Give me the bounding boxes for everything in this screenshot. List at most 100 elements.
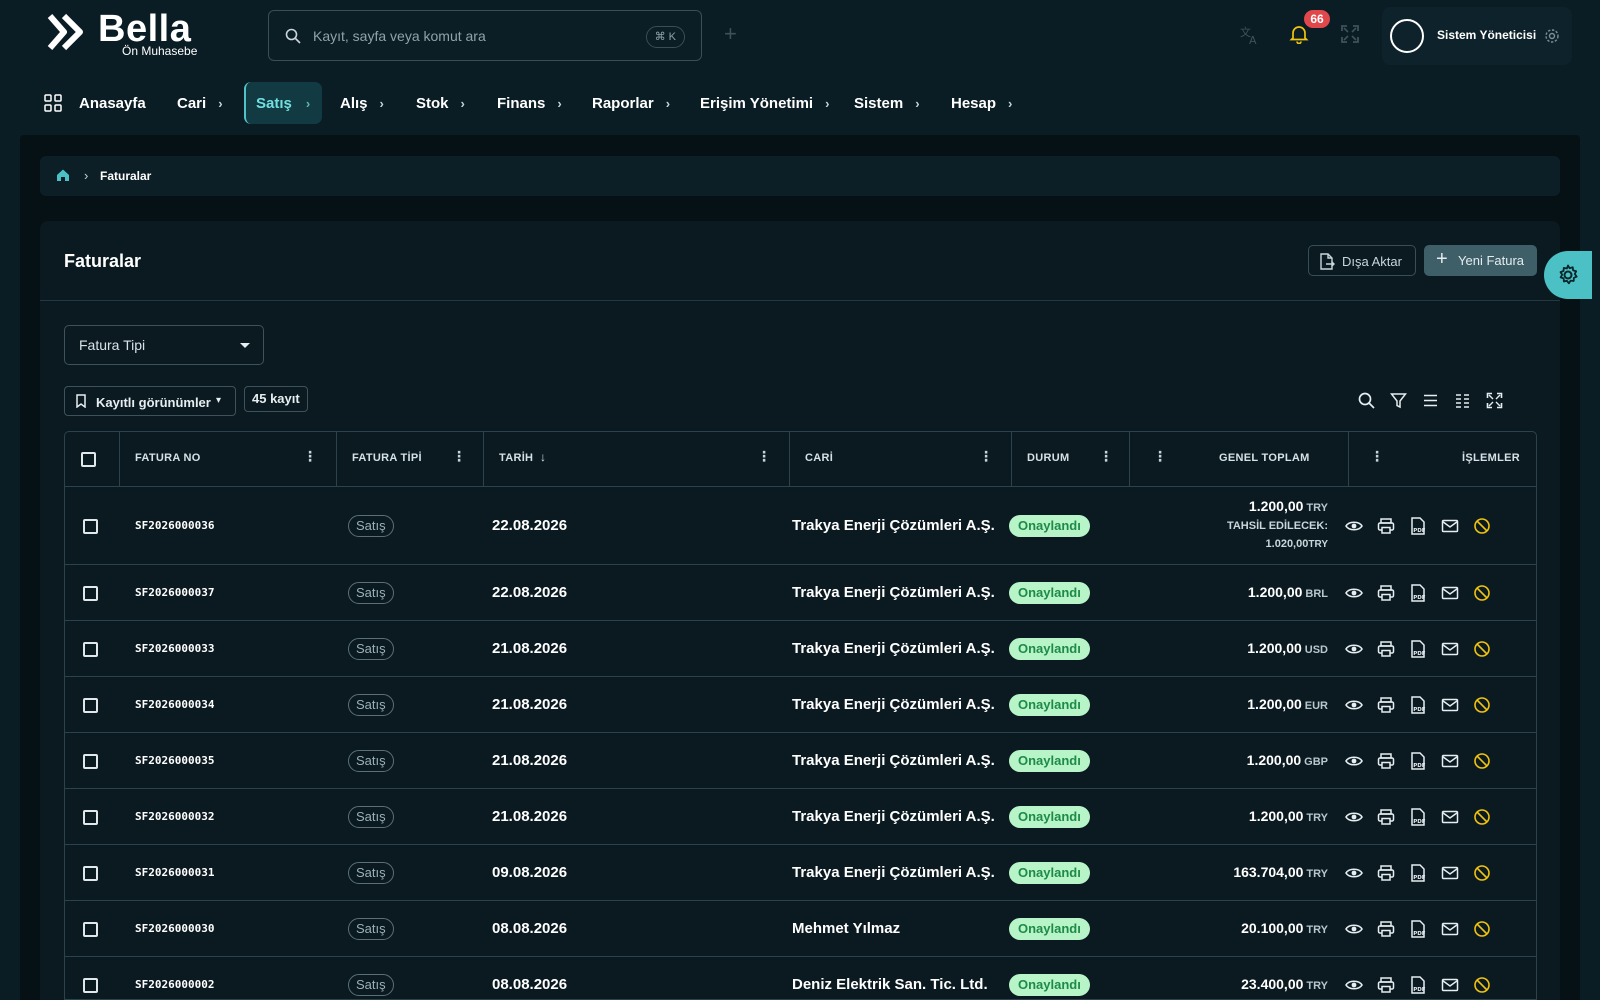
nav-item-cari[interactable]: Cari › <box>177 82 223 124</box>
add-icon[interactable]: + <box>724 23 737 45</box>
column-header-durum[interactable]: DURUM ⋮ <box>1011 432 1129 487</box>
mail-icon[interactable] <box>1441 864 1459 882</box>
saved-views-button[interactable]: Kayıtlı görünümler ▾ <box>64 386 236 416</box>
nav-item-sistem[interactable]: Sistem › <box>854 82 920 124</box>
print-icon[interactable] <box>1377 808 1395 826</box>
print-icon[interactable] <box>1377 920 1395 938</box>
column-header-genel-toplam[interactable]: ⋮ GENEL TOPLAM <box>1129 432 1348 487</box>
pdf-icon[interactable]: PDF <box>1409 752 1427 770</box>
fullscreen-icon[interactable] <box>1340 24 1360 44</box>
nav-item-satis[interactable]: Satış › <box>244 82 323 124</box>
view-icon[interactable] <box>1345 808 1363 826</box>
customer-name[interactable]: Deniz Elektrik San. Tic. Ltd. <box>792 976 988 993</box>
table-row[interactable]: SF2026000031 Satış 09.08.2026 Trakya Enerji… <box>65 845 1536 901</box>
column-header-fatura-tipi[interactable]: FATURA TİPİ ⋮ <box>336 432 483 487</box>
print-icon[interactable] <box>1377 517 1395 535</box>
view-icon[interactable] <box>1345 752 1363 770</box>
table-row[interactable]: SF2026000033 Satış 21.08.2026 Trakya Enerji… <box>65 621 1536 677</box>
pdf-icon[interactable]: PDF <box>1409 696 1427 714</box>
table-row[interactable]: SF2026000002 Satış 08.08.2026 Deniz Elektri… <box>65 957 1536 999</box>
translate-icon[interactable]: 文 A <box>1239 24 1261 46</box>
customer-name[interactable]: Trakya Enerji Çözümleri A.Ş. <box>792 864 995 881</box>
mail-icon[interactable] <box>1441 640 1459 658</box>
density-icon[interactable] <box>1422 392 1439 409</box>
app-logo[interactable]: Bella Ön Muhasebe <box>46 8 216 60</box>
view-icon[interactable] <box>1345 584 1363 602</box>
cancel-icon[interactable] <box>1473 752 1491 770</box>
cancel-icon[interactable] <box>1473 864 1491 882</box>
row-checkbox[interactable] <box>83 642 98 657</box>
row-checkbox[interactable] <box>83 698 98 713</box>
print-icon[interactable] <box>1377 864 1395 882</box>
home-icon[interactable] <box>56 168 70 182</box>
column-header-cari[interactable]: CARİ ⋮ <box>789 432 1011 487</box>
view-icon[interactable] <box>1345 864 1363 882</box>
customer-name[interactable]: Trakya Enerji Çözümleri A.Ş. <box>792 696 995 713</box>
cancel-icon[interactable] <box>1473 584 1491 602</box>
nav-item-finans[interactable]: Finans › <box>497 82 562 124</box>
columns-icon[interactable] <box>1454 392 1471 409</box>
pdf-icon[interactable]: PDF <box>1409 808 1427 826</box>
table-row[interactable]: SF2026000036 Satış 22.08.2026 Trakya Enerji… <box>65 487 1536 565</box>
row-checkbox[interactable] <box>83 922 98 937</box>
view-icon[interactable] <box>1345 920 1363 938</box>
column-menu-icon[interactable]: ⋮ <box>1370 448 1384 465</box>
column-menu-icon[interactable]: ⋮ <box>1099 448 1113 465</box>
cancel-icon[interactable] <box>1473 517 1491 535</box>
fullscreen-icon[interactable] <box>1486 392 1503 409</box>
mail-icon[interactable] <box>1441 976 1459 994</box>
export-button[interactable]: Dışa Aktar <box>1308 245 1416 276</box>
cancel-icon[interactable] <box>1473 976 1491 994</box>
table-row[interactable]: SF2026000037 Satış 22.08.2026 Trakya Enerji… <box>65 565 1536 621</box>
mail-icon[interactable] <box>1441 696 1459 714</box>
nav-item-hesap[interactable]: Hesap › <box>951 82 1012 124</box>
table-row[interactable]: SF2026000034 Satış 21.08.2026 Trakya Enerji… <box>65 677 1536 733</box>
pdf-icon[interactable]: PDF <box>1409 864 1427 882</box>
customer-name[interactable]: Trakya Enerji Çözümleri A.Ş. <box>792 752 995 769</box>
new-invoice-button[interactable]: + Yeni Fatura <box>1424 245 1537 276</box>
cancel-icon[interactable] <box>1473 696 1491 714</box>
settings-fab[interactable] <box>1544 251 1592 299</box>
nav-item-erisim-yonetimi[interactable]: Erişim Yönetimi › <box>700 82 829 124</box>
row-checkbox[interactable] <box>83 754 98 769</box>
column-menu-icon[interactable]: ⋮ <box>757 448 771 465</box>
column-menu-icon[interactable]: ⋮ <box>452 448 466 465</box>
row-checkbox[interactable] <box>83 519 98 534</box>
row-checkbox[interactable] <box>83 866 98 881</box>
print-icon[interactable] <box>1377 752 1395 770</box>
row-checkbox[interactable] <box>83 586 98 601</box>
customer-name[interactable]: Trakya Enerji Çözümleri A.Ş. <box>792 584 995 601</box>
print-icon[interactable] <box>1377 584 1395 602</box>
customer-name[interactable]: Trakya Enerji Çözümleri A.Ş. <box>792 808 995 825</box>
search-icon[interactable] <box>1358 392 1375 409</box>
search-input[interactable]: Kayıt, sayfa veya komut ara ⌘ K <box>268 10 702 61</box>
view-icon[interactable] <box>1345 976 1363 994</box>
pdf-icon[interactable]: PDF <box>1409 640 1427 658</box>
print-icon[interactable] <box>1377 640 1395 658</box>
customer-name[interactable]: Trakya Enerji Çözümleri A.Ş. <box>792 640 995 657</box>
mail-icon[interactable] <box>1441 517 1459 535</box>
table-row[interactable]: SF2026000030 Satış 08.08.2026 Mehmet Yılmaz… <box>65 901 1536 957</box>
view-icon[interactable] <box>1345 640 1363 658</box>
print-icon[interactable] <box>1377 696 1395 714</box>
customer-name[interactable]: Mehmet Yılmaz <box>792 920 900 937</box>
column-menu-icon[interactable]: ⋮ <box>1153 448 1167 465</box>
column-header-tarih[interactable]: TARİH ↓ ⋮ <box>483 432 789 487</box>
pdf-icon[interactable]: PDF <box>1409 920 1427 938</box>
select-all-checkbox[interactable] <box>81 452 96 467</box>
bell-icon[interactable] <box>1289 24 1309 44</box>
nav-item-alis[interactable]: Alış › <box>340 82 384 124</box>
column-menu-icon[interactable]: ⋮ <box>303 448 317 465</box>
column-menu-icon[interactable]: ⋮ <box>979 448 993 465</box>
sort-desc-icon[interactable]: ↓ <box>540 450 546 464</box>
cancel-icon[interactable] <box>1473 808 1491 826</box>
row-checkbox[interactable] <box>83 810 98 825</box>
pdf-icon[interactable]: PDF <box>1409 976 1427 994</box>
user-menu[interactable]: Sistem Yöneticisi <box>1382 7 1572 65</box>
cancel-icon[interactable] <box>1473 640 1491 658</box>
mail-icon[interactable] <box>1441 808 1459 826</box>
cancel-icon[interactable] <box>1473 920 1491 938</box>
mail-icon[interactable] <box>1441 920 1459 938</box>
row-checkbox[interactable] <box>83 978 98 993</box>
pdf-icon[interactable]: PDF <box>1409 584 1427 602</box>
